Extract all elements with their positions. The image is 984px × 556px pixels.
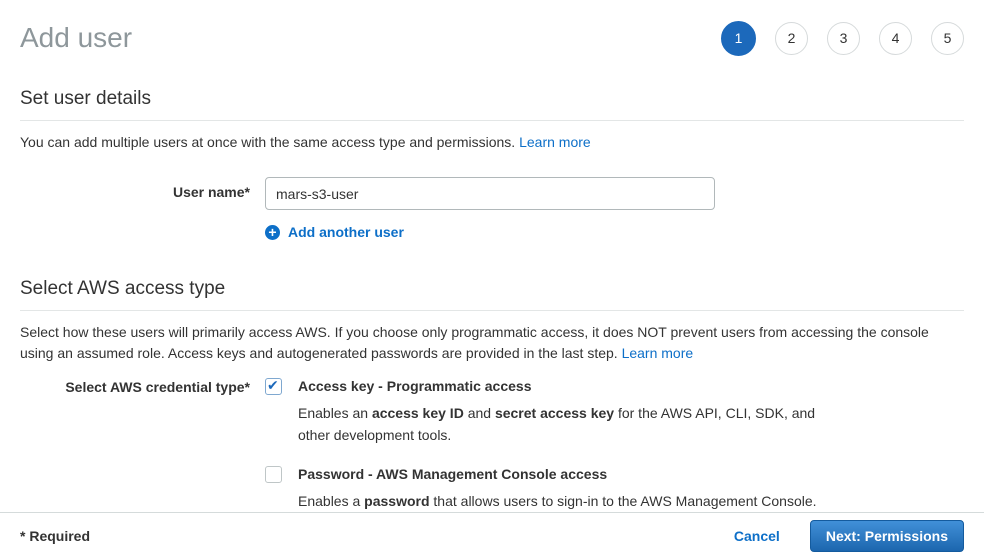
- step-4: 4: [879, 22, 912, 55]
- cancel-button[interactable]: Cancel: [734, 528, 780, 544]
- user-name-input[interactable]: [265, 177, 715, 210]
- step-3: 3: [827, 22, 860, 55]
- password-option: Password - AWS Management Console access…: [265, 466, 830, 512]
- user-name-label: User name*: [20, 177, 250, 210]
- page-title: Add user: [20, 16, 132, 60]
- access-type-intro-text: Select how these users will primarily ac…: [20, 324, 929, 361]
- user-details-intro-text: You can add multiple users at once with …: [20, 134, 515, 150]
- step-5: 5: [931, 22, 964, 55]
- access-key-option-title: Access key - Programmatic access: [298, 378, 830, 395]
- user-name-row: User name*: [20, 177, 964, 210]
- credential-options: Access key - Programmatic access Enables…: [265, 378, 830, 512]
- page-header: Add user 1 2 3 4 5: [20, 0, 964, 60]
- required-note: * Required: [20, 528, 90, 544]
- user-details-intro: You can add multiple users at once with …: [20, 132, 964, 153]
- add-another-user-row: Add another user: [265, 224, 964, 240]
- next-permissions-button[interactable]: Next: Permissions: [810, 520, 964, 552]
- user-name-field-wrapper: [265, 177, 715, 210]
- plus-icon: [265, 225, 280, 240]
- section-heading-user-details: Set user details: [20, 88, 964, 121]
- access-key-option: Access key - Programmatic access Enables…: [265, 378, 830, 446]
- section-heading-access-type: Select AWS access type: [20, 278, 964, 311]
- access-key-option-desc: Enables an access key ID and secret acce…: [298, 402, 830, 446]
- access-type-intro: Select how these users will primarily ac…: [20, 322, 964, 364]
- password-checkbox[interactable]: [265, 466, 282, 483]
- password-option-body: Password - AWS Management Console access…: [298, 466, 817, 512]
- wizard-footer: * Required Cancel Next: Permissions: [0, 512, 984, 556]
- password-option-desc: Enables a password that allows users to …: [298, 490, 817, 512]
- wizard-step-indicator: 1 2 3 4 5: [721, 21, 964, 56]
- add-another-user-button[interactable]: Add another user: [265, 224, 404, 240]
- credential-type-label: Select AWS credential type*: [20, 378, 250, 512]
- learn-more-link-user-details[interactable]: Learn more: [519, 134, 591, 150]
- access-key-checkbox[interactable]: [265, 378, 282, 395]
- step-2: 2: [775, 22, 808, 55]
- password-option-title: Password - AWS Management Console access: [298, 466, 817, 483]
- credential-type-row: Select AWS credential type* Access key -…: [20, 378, 964, 512]
- add-another-user-label: Add another user: [288, 224, 404, 240]
- access-key-option-body: Access key - Programmatic access Enables…: [298, 378, 830, 446]
- step-1: 1: [721, 21, 756, 56]
- learn-more-link-access-type[interactable]: Learn more: [622, 345, 694, 361]
- main-content: Add user 1 2 3 4 5 Set user details You …: [0, 0, 984, 512]
